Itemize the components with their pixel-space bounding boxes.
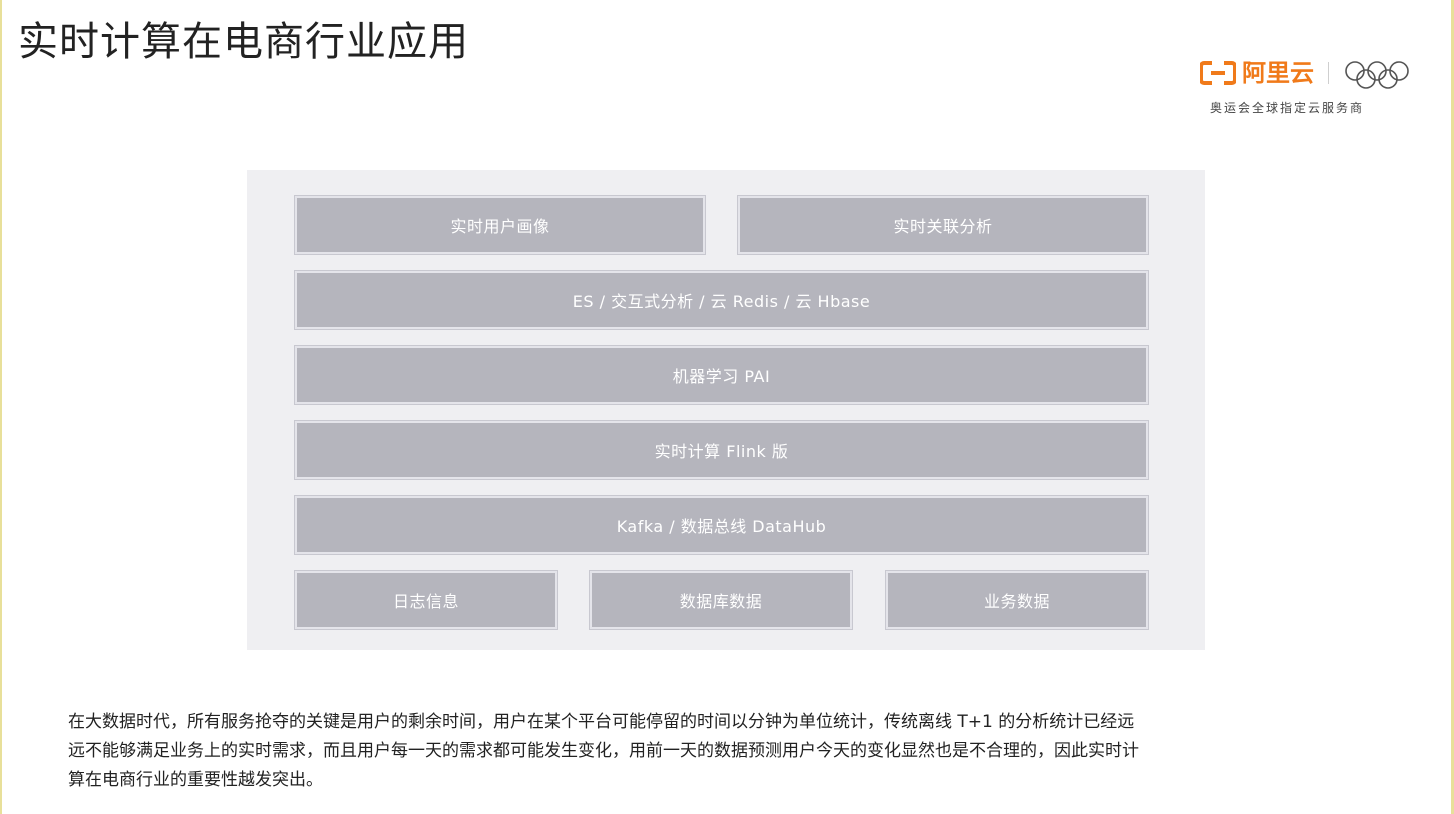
box-storage-query-layer: ES / 交互式分析 / 云 Redis / 云 Hbase — [295, 271, 1148, 329]
description-line-1: 在大数据时代，所有服务抢夺的关键是用户的剩余时间，用户在某个平台可能停留的时间以… — [68, 712, 1135, 732]
box-machine-learning-pai: 机器学习 PAI — [295, 346, 1148, 404]
box-business-data: 业务数据 — [886, 571, 1148, 629]
box-log-info: 日志信息 — [295, 571, 557, 629]
olympic-rings-icon — [1345, 61, 1409, 89]
box-realtime-user-profile: 实时用户画像 — [295, 196, 705, 254]
description-paragraph: 在大数据时代，所有服务抢夺的关键是用户的剩余时间，用户在某个平台可能停留的时间以… — [68, 708, 1398, 795]
description-line-3: 算在电商行业的重要性越发突出。 — [68, 770, 323, 790]
logo-subtitle: 奥运会全球指定云服务商 — [1210, 101, 1365, 115]
page-title: 实时计算在电商行业应用 — [18, 19, 469, 65]
aliyun-mark-icon — [1200, 61, 1236, 85]
logo-divider — [1328, 62, 1329, 84]
description-line-2: 远不能够满足业务上的实时需求，而且用户每一天的需求都可能发生变化，用前一天的数据… — [68, 741, 1139, 761]
box-realtime-compute-flink: 实时计算 Flink 版 — [295, 421, 1148, 479]
box-kafka-datahub: Kafka / 数据总线 DataHub — [295, 496, 1148, 554]
box-database-data: 数据库数据 — [590, 571, 852, 629]
architecture-diagram: 实时用户画像 实时关联分析 ES / 交互式分析 / 云 Redis / 云 H… — [247, 170, 1205, 650]
aliyun-logo: 阿里云 奥运会全球指定云服务商 — [1200, 56, 1415, 120]
logo-brand-text: 阿里云 — [1242, 59, 1314, 87]
left-border — [0, 0, 2, 814]
box-realtime-association-analysis: 实时关联分析 — [738, 196, 1148, 254]
